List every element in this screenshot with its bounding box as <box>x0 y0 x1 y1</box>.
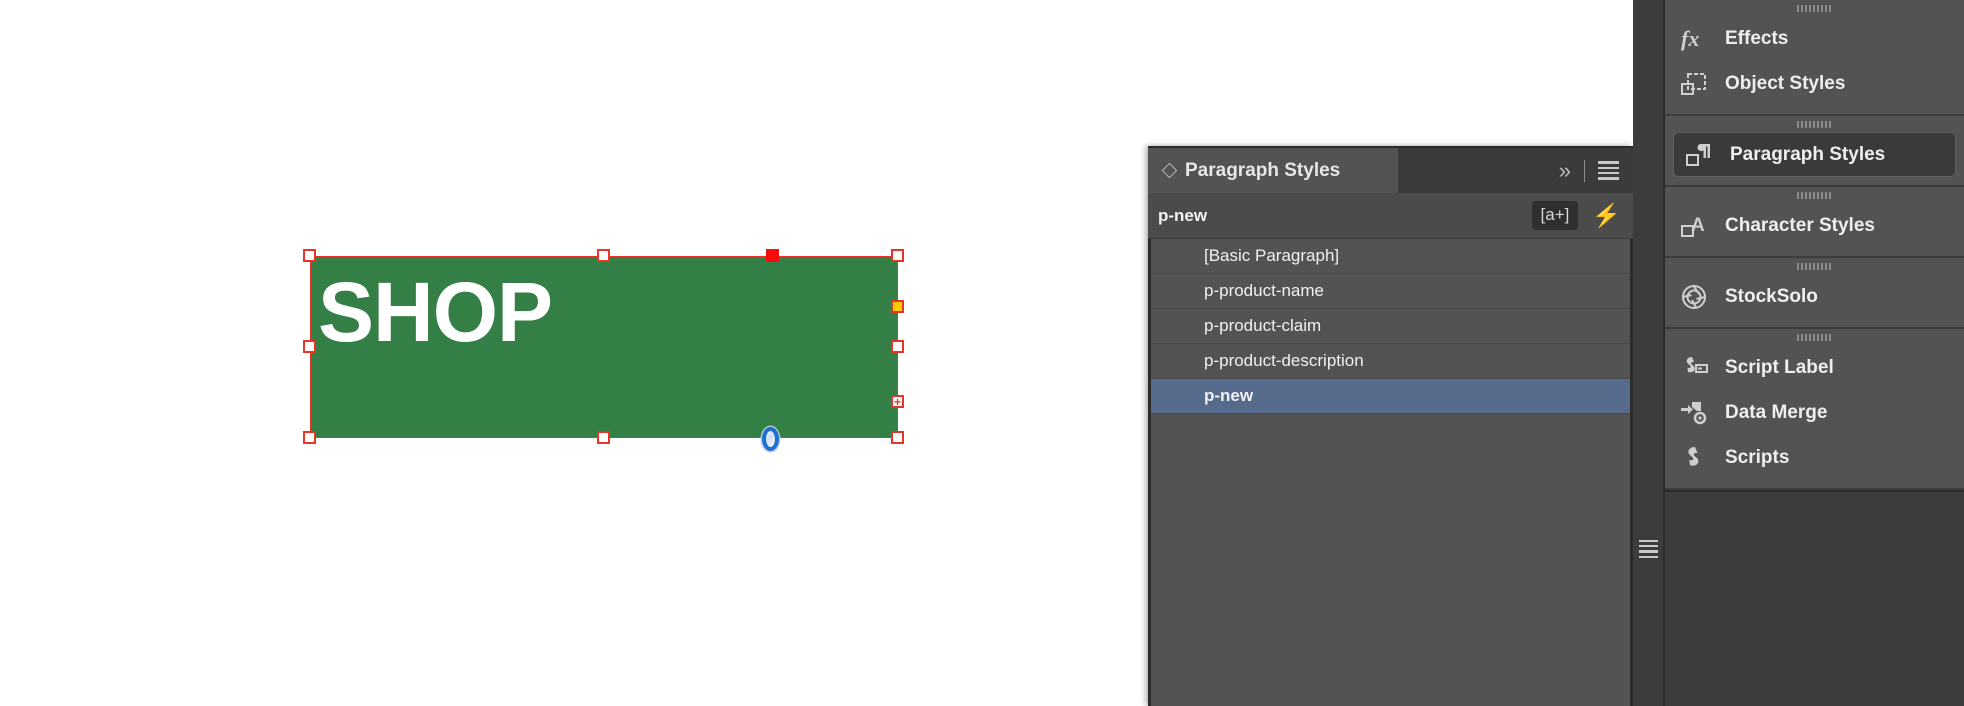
chevron-double-right-icon[interactable]: » <box>1559 159 1571 182</box>
paragraph-styles-list[interactable]: [Basic Paragraph] p-product-name p-produ… <box>1148 239 1633 414</box>
dock-divider <box>1665 490 1964 492</box>
dock-group-grip-icon[interactable] <box>1665 0 1964 16</box>
dock-item-label: StockSolo <box>1725 285 1818 307</box>
dock-item-label: Paragraph Styles <box>1730 143 1886 165</box>
dock-item-label: Effects <box>1725 27 1789 49</box>
dock-group: StockSolo <box>1665 258 1964 329</box>
anchor-marker[interactable] <box>766 249 779 262</box>
script-label-icon <box>1677 352 1711 384</box>
dock-item-stocksolo[interactable]: StockSolo <box>1665 274 1964 319</box>
tab-label: Paragraph Styles <box>1185 159 1341 181</box>
handle-top-center[interactable] <box>597 249 610 262</box>
paragraph-styles-icon <box>1682 139 1716 171</box>
dock-item-label: Data Merge <box>1725 401 1828 423</box>
dock-group: fx Effects Object Styles <box>1665 0 1964 116</box>
document-canvas[interactable]: SHOP + <box>0 0 1148 706</box>
list-item[interactable]: p-product-description <box>1148 344 1633 379</box>
dock-item-object-styles[interactable]: Object Styles <box>1665 61 1964 106</box>
dock-group: Script Label Data Merge Scripts <box>1665 329 1964 490</box>
right-dock: fx Effects Object Styles Paragraph Style… <box>1633 0 1964 706</box>
list-item[interactable]: [Basic Paragraph] <box>1148 239 1633 274</box>
dock-group: Paragraph Styles <box>1665 116 1964 187</box>
list-item-selected[interactable]: p-new <box>1148 379 1633 414</box>
dock-item-label: Object Styles <box>1725 72 1846 94</box>
current-style-label: p-new <box>1158 205 1208 225</box>
handle-bottom-center[interactable] <box>597 431 610 444</box>
new-style-button[interactable]: [a+] <box>1531 201 1579 230</box>
character-styles-icon: A <box>1677 210 1711 242</box>
handle-bottom-left[interactable] <box>303 431 316 444</box>
dock-item-character-styles[interactable]: A Character Styles <box>1665 203 1964 248</box>
scripts-icon <box>1677 442 1711 474</box>
text-frame-shop[interactable]: SHOP <box>310 256 898 438</box>
dock-group-grip-icon[interactable] <box>1665 258 1964 274</box>
panel-tab-strip: Paragraph Styles » <box>1148 148 1633 193</box>
divider <box>1584 159 1585 182</box>
text-frame-content: SHOP <box>318 265 553 359</box>
list-item[interactable]: p-product-claim <box>1148 309 1633 344</box>
dock-item-effects[interactable]: fx Effects <box>1665 16 1964 61</box>
list-item[interactable]: p-product-name <box>1148 274 1633 309</box>
stocksolo-aperture-icon <box>1677 281 1711 313</box>
panel-tab-actions: » <box>1559 148 1633 193</box>
dock-group: A Character Styles <box>1665 187 1964 258</box>
tab-paragraph-styles[interactable]: Paragraph Styles <box>1148 148 1398 193</box>
dock-group-grip-icon[interactable] <box>1665 329 1964 345</box>
dock-group-grip-icon[interactable] <box>1665 116 1964 132</box>
fx-icon: fx <box>1677 23 1711 55</box>
dock-empty-area <box>1665 490 1964 706</box>
dock-item-label: Script Label <box>1725 356 1834 378</box>
panel-menu-icon[interactable] <box>1598 161 1619 180</box>
handle-top-left[interactable] <box>303 249 316 262</box>
app-window: SHOP + Paragraph Styles » p-new [a+] ⚡ [… <box>0 0 1964 706</box>
dock-item-scripts[interactable]: Scripts <box>1665 435 1964 480</box>
dock-groups: fx Effects Object Styles Paragraph Style… <box>1665 0 1964 706</box>
panel-drag-diamond-icon <box>1161 162 1178 179</box>
dock-item-label: Scripts <box>1725 446 1790 468</box>
object-styles-icon <box>1677 68 1711 100</box>
place-cursor-icon <box>762 427 779 451</box>
overset-text-indicator[interactable]: + <box>891 395 904 408</box>
dock-item-paragraph-styles[interactable]: Paragraph Styles <box>1673 132 1956 177</box>
quick-apply-icon[interactable]: ⚡ <box>1592 204 1621 227</box>
dock-rail <box>1633 0 1665 706</box>
dock-item-script-label[interactable]: Script Label <box>1665 345 1964 390</box>
dock-menu-icon[interactable] <box>1639 540 1658 558</box>
svg-text:fx: fx <box>1681 26 1699 51</box>
dock-item-label: Character Styles <box>1725 214 1875 236</box>
dock-group-grip-icon[interactable] <box>1665 187 1964 203</box>
panel-header: p-new [a+] ⚡ <box>1148 193 1633 239</box>
panel-header-actions: [a+] ⚡ <box>1531 201 1633 230</box>
handle-out-port[interactable] <box>891 300 904 313</box>
handle-top-right[interactable] <box>891 249 904 262</box>
handle-middle-left[interactable] <box>303 340 316 353</box>
data-merge-icon <box>1677 397 1711 429</box>
handle-middle-right[interactable] <box>891 340 904 353</box>
handle-bottom-right[interactable] <box>891 431 904 444</box>
dock-item-data-merge[interactable]: Data Merge <box>1665 390 1964 435</box>
paragraph-styles-panel[interactable]: Paragraph Styles » p-new [a+] ⚡ [Basic P… <box>1148 146 1633 706</box>
